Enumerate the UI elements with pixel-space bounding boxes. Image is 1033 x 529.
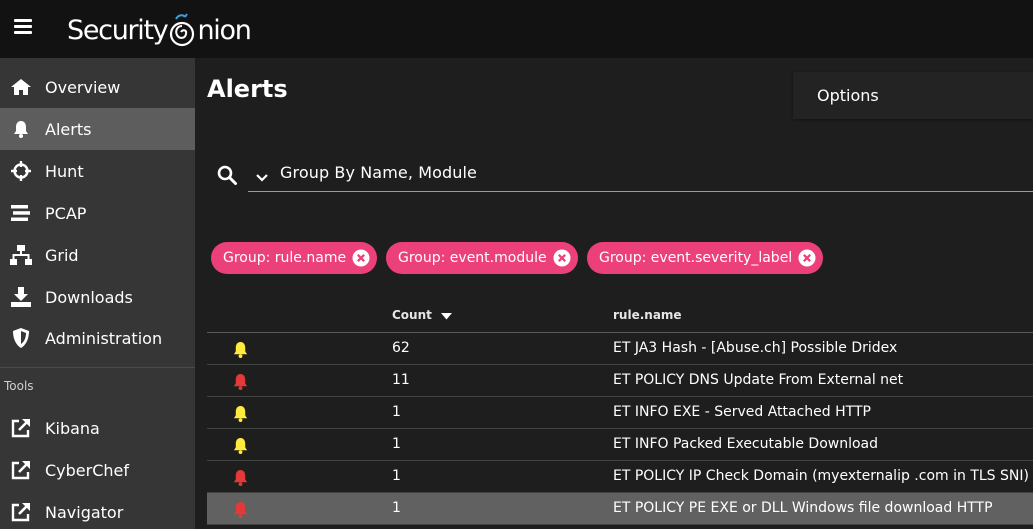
count-cell: 1 [392, 436, 401, 452]
chip-label: Group: event.severity_label [599, 250, 793, 266]
table-row[interactable]: 62 ET JA3 Hash - [Abuse.ch] Possible Dri… [207, 333, 1033, 365]
bell-icon [232, 501, 249, 518]
sidebar-item-label: CyberChef [45, 460, 130, 480]
external-link-icon [10, 459, 32, 481]
sidebar-item-navigator[interactable]: Navigator [0, 491, 195, 529]
chip-label: Group: rule.name [223, 250, 347, 266]
column-header-rule-name[interactable]: rule.name [613, 308, 682, 322]
sidebar-item-label: Navigator [45, 502, 124, 522]
sidebar-item-downloads[interactable]: Downloads [0, 276, 195, 318]
count-cell: 1 [392, 404, 401, 420]
crosshairs-icon [10, 160, 32, 182]
close-circle-icon[interactable] [352, 249, 370, 267]
table-row[interactable]: 1 ET INFO EXE - Served Attached HTTP [207, 397, 1033, 429]
menu-icon[interactable] [14, 19, 32, 35]
close-circle-icon[interactable] [553, 249, 571, 267]
bell-icon [232, 405, 249, 422]
filter-chip[interactable]: Group: event.module [386, 242, 578, 274]
sidebar-item-overview[interactable]: Overview [0, 66, 195, 108]
table-row[interactable]: 1 ET POLICY PE EXE or DLL Windows file d… [207, 493, 1033, 525]
top-app-bar: Security nion [0, 0, 1033, 58]
bell-icon [232, 341, 249, 358]
main-content: Alerts Options Group By Name, Module Gro… [195, 58, 1033, 529]
stream-icon [10, 202, 32, 224]
home-icon [10, 76, 32, 98]
sidebar-item-label: Overview [45, 77, 121, 97]
sidebar-item-cyberchef[interactable]: CyberChef [0, 449, 195, 491]
rule-name-cell: ET INFO Packed Executable Download [613, 436, 879, 452]
sidebar-item-label: Kibana [45, 418, 100, 438]
count-cell: 62 [392, 340, 410, 356]
rule-name-cell: ET POLICY PE EXE or DLL Windows file dow… [613, 500, 993, 516]
security-onion-logo: Security nion [67, 10, 252, 50]
chip-label: Group: event.module [398, 250, 547, 266]
sitemap-icon [10, 244, 32, 266]
rule-name-cell: ET POLICY DNS Update From External net [613, 372, 904, 388]
sidebar: Overview Alerts Hunt PCAP Grid Downloads [0, 58, 195, 529]
rule-name-cell: ET POLICY IP Check Domain (myexternalip … [613, 468, 1029, 484]
external-link-icon [10, 417, 32, 439]
page-title: Alerts [207, 75, 288, 103]
download-icon [10, 286, 32, 308]
count-cell: 11 [392, 372, 410, 388]
table-row[interactable]: 1 ET POLICY IP Check Domain (myexternali… [207, 461, 1033, 493]
sidebar-item-label: Hunt [45, 161, 84, 181]
external-link-icon [10, 501, 32, 523]
bell-icon [232, 373, 249, 390]
filter-chip[interactable]: Group: rule.name [211, 242, 377, 274]
logo-text-2: nion [197, 14, 251, 46]
sidebar-item-pcap[interactable]: PCAP [0, 192, 195, 234]
column-header-label: Count [392, 308, 432, 322]
count-cell: 1 [392, 468, 401, 484]
sort-desc-icon[interactable] [441, 309, 453, 323]
count-cell: 1 [392, 500, 401, 516]
sidebar-item-kibana[interactable]: Kibana [0, 407, 195, 449]
bell-icon [232, 437, 249, 454]
search-icon[interactable] [217, 165, 237, 185]
query-select[interactable]: Group By Name, Module [248, 158, 1033, 192]
sidebar-item-grid[interactable]: Grid [0, 234, 195, 276]
query-value: Group By Name, Module [280, 163, 477, 182]
logo-text: Security [67, 14, 169, 46]
sidebar-item-administration[interactable]: Administration [0, 317, 195, 359]
filter-chip[interactable]: Group: event.severity_label [587, 242, 823, 274]
bell-icon [232, 469, 249, 486]
rule-name-cell: ET JA3 Hash - [Abuse.ch] Possible Dridex [613, 340, 898, 356]
tools-section-label: Tools [4, 379, 34, 393]
bell-icon [10, 118, 32, 140]
close-circle-icon[interactable] [798, 249, 816, 267]
sidebar-item-label: Downloads [45, 287, 133, 307]
sidebar-item-label: Grid [45, 245, 79, 265]
sidebar-item-alerts[interactable]: Alerts [0, 108, 195, 150]
shield-icon [10, 327, 32, 349]
chevron-down-icon[interactable] [255, 170, 269, 184]
sidebar-divider [0, 367, 195, 368]
sidebar-item-label: PCAP [45, 203, 87, 223]
sidebar-item-hunt[interactable]: Hunt [0, 150, 195, 192]
rule-name-cell: ET INFO EXE - Served Attached HTTP [613, 404, 871, 420]
onion-mark-icon [168, 13, 196, 47]
column-header-count[interactable]: Count [392, 308, 453, 323]
options-button[interactable]: Options [793, 72, 1033, 119]
table-row[interactable]: 1 ET INFO Packed Executable Download [207, 429, 1033, 461]
sidebar-item-label: Alerts [45, 119, 92, 139]
table-row[interactable]: 11 ET POLICY DNS Update From External ne… [207, 365, 1033, 397]
sidebar-item-label: Administration [45, 328, 163, 348]
